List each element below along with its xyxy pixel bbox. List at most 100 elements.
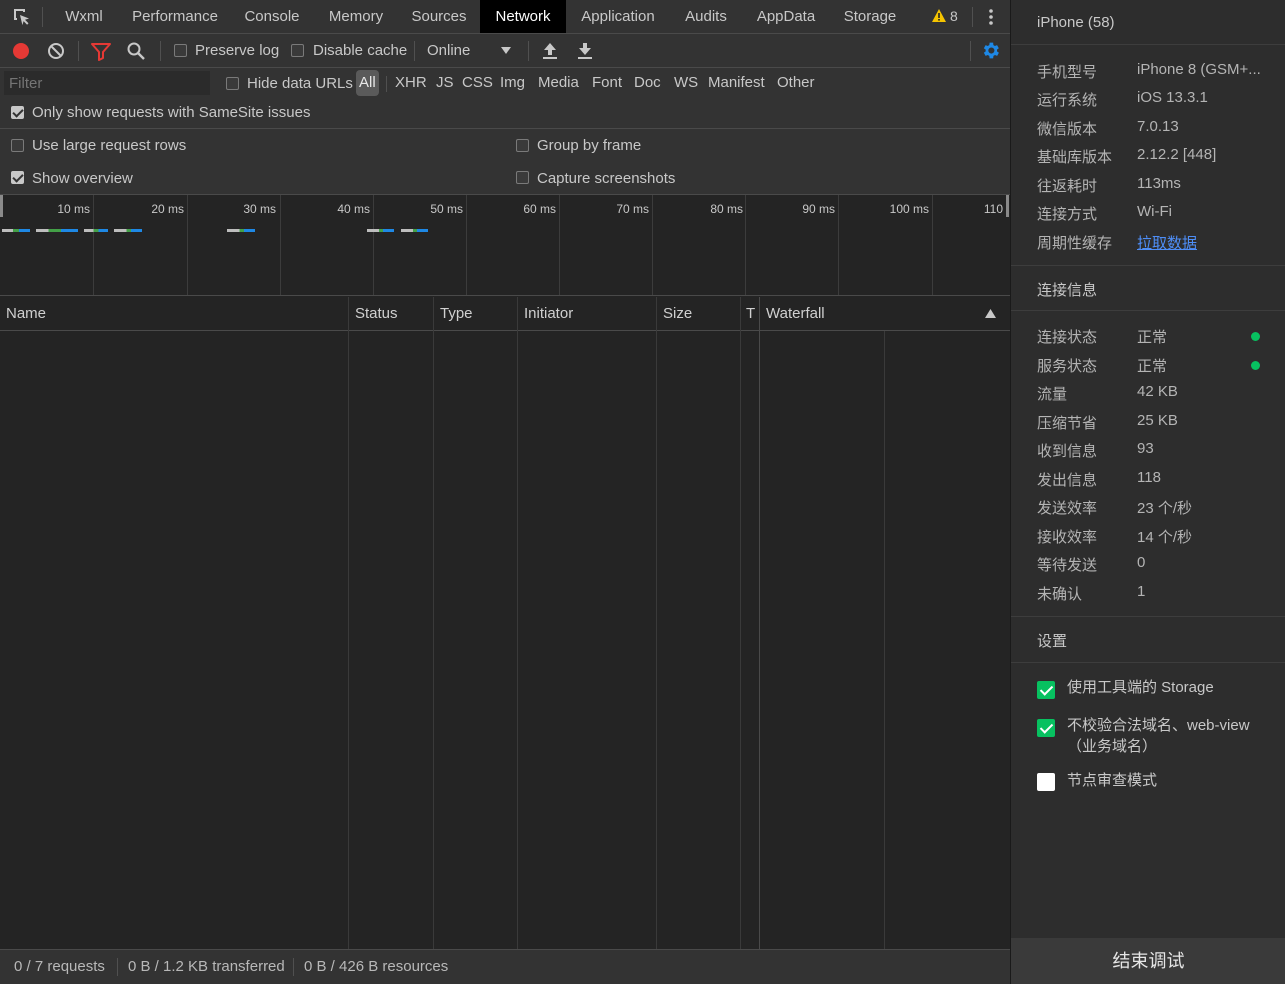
end-debug-button[interactable]: 结束调试 [1011,938,1285,984]
fetch-data-link[interactable]: 拉取数据 [1137,232,1263,253]
group-by-frame-checkbox[interactable] [516,139,529,152]
filter-type-js[interactable]: JS [433,70,457,96]
toolbar-divider [78,41,79,61]
info-value: 113ms [1137,175,1181,192]
filter-type-css[interactable]: CSS [459,70,496,96]
overview-gridline [280,195,281,295]
conn-value: 0 [1137,554,1146,571]
network-overview[interactable]: 10 ms 20 ms 30 ms 40 ms 50 ms 60 ms 70 m… [0,195,1010,296]
tab-performance[interactable]: Performance [121,0,229,33]
show-overview-label[interactable]: Show overview [32,170,133,187]
column-waterfall-header[interactable]: Waterfall [759,297,1008,331]
tab-storage[interactable]: Storage [832,0,908,33]
panel-divider [1011,44,1285,45]
overview-request-bar [401,229,428,232]
use-tool-storage-checkbox[interactable] [1037,681,1055,699]
overview-request-bar [36,229,78,232]
filter-type-ws[interactable]: WS [671,70,701,96]
capture-screenshots-label[interactable]: Capture screenshots [537,170,675,187]
overview-request-bar [367,229,394,232]
capture-screenshots-checkbox[interactable] [516,171,529,184]
status-divider [293,958,294,976]
warning-icon [932,9,946,22]
overview-range-handle[interactable] [1006,195,1009,217]
filter-type-doc[interactable]: Doc [631,70,664,96]
filter-type-all[interactable]: All [356,70,379,96]
overview-tick-label: 60 ms [523,202,556,216]
filter-type-other[interactable]: Other [774,70,818,96]
inspect-element-icon[interactable] [12,7,32,27]
tab-appdata[interactable]: AppData [744,0,828,33]
overview-range-handle[interactable] [0,195,3,217]
hide-data-urls-checkbox[interactable] [226,77,239,90]
large-rows-label[interactable]: Use large request rows [32,137,186,154]
overview-gridline [187,195,188,295]
info-key: 运行系统 [1037,92,1098,109]
overview-gridline [838,195,839,295]
tab-wxml[interactable]: Wxml [52,0,116,33]
export-har-icon[interactable] [576,41,594,61]
overview-gridline [559,195,560,295]
filter-type-font[interactable]: Font [589,70,625,96]
tab-memory[interactable]: Memory [316,0,396,33]
requests-table-header: Name Status Type Initiator Size T Waterf… [0,297,1010,331]
clear-icon[interactable] [46,41,66,61]
column-status-header[interactable]: Status [348,297,433,331]
samesite-label[interactable]: Only show requests with SameSite issues [32,104,310,121]
more-options-icon[interactable] [983,7,999,27]
tab-console[interactable]: Console [233,0,311,33]
connection-status-dot [1251,332,1260,341]
samesite-checkbox[interactable] [11,106,24,119]
throttling-select[interactable]: Online [420,37,520,65]
overview-tick-label: 100 ms [889,202,929,216]
requests-count: 0 / 7 requests [14,958,105,975]
gear-icon[interactable] [980,40,1001,61]
disable-cache-checkbox[interactable] [291,44,304,57]
filter-icon[interactable] [90,41,112,61]
overview-gridline [745,195,746,295]
info-key: 周期性缓存 [1037,235,1113,252]
preserve-log-label[interactable]: Preserve log [195,42,279,59]
node-inspect-mode-label[interactable]: 节点审查模式 [1067,770,1267,791]
overview-request-bar [114,229,142,232]
show-overview-checkbox[interactable] [11,171,24,184]
info-key: 往返耗时 [1037,178,1098,195]
sort-ascending-icon [985,309,996,318]
column-time-header[interactable]: T [740,297,759,331]
tab-application[interactable]: Application [568,0,668,33]
filter-input[interactable] [4,71,210,95]
overview-gridline [932,195,933,295]
filter-type-img[interactable]: Img [497,70,528,96]
conn-key: 发出信息 [1037,472,1098,489]
conn-key: 连接状态 [1037,329,1098,346]
filter-type-media[interactable]: Media [535,70,582,96]
hide-data-urls-label[interactable]: Hide data URLs [247,75,353,92]
conn-key: 服务状态 [1037,358,1098,375]
column-initiator-header[interactable]: Initiator [517,297,656,331]
preserve-log-checkbox[interactable] [174,44,187,57]
column-size-header[interactable]: Size [656,297,740,331]
import-har-icon[interactable] [541,41,559,61]
column-type-header[interactable]: Type [433,297,517,331]
conn-value: 14 个/秒 [1137,529,1193,546]
tab-network[interactable]: Network [480,0,566,33]
device-title: iPhone (58) [1037,14,1115,31]
filter-type-xhr[interactable]: XHR [392,70,430,96]
warnings-count: 8 [950,8,958,24]
service-status-dot [1251,361,1260,370]
skip-domain-check-checkbox[interactable] [1037,719,1055,737]
use-tool-storage-label[interactable]: 使用工具端的 Storage [1067,677,1267,698]
column-name-header[interactable]: Name [0,297,348,331]
search-icon[interactable] [126,41,146,61]
tab-audits[interactable]: Audits [672,0,740,33]
filter-type-manifest[interactable]: Manifest [705,70,768,96]
disable-cache-label[interactable]: Disable cache [313,42,407,59]
requests-table-body[interactable] [0,331,1008,949]
node-inspect-mode-checkbox[interactable] [1037,773,1055,791]
record-icon[interactable] [11,41,31,61]
skip-domain-check-label[interactable]: 不校验合法域名、web-view（业务域名） [1067,715,1267,757]
tab-sources[interactable]: Sources [401,0,477,33]
large-rows-checkbox[interactable] [11,139,24,152]
group-by-frame-label[interactable]: Group by frame [537,137,641,154]
conn-value: 正常 [1137,358,1168,375]
